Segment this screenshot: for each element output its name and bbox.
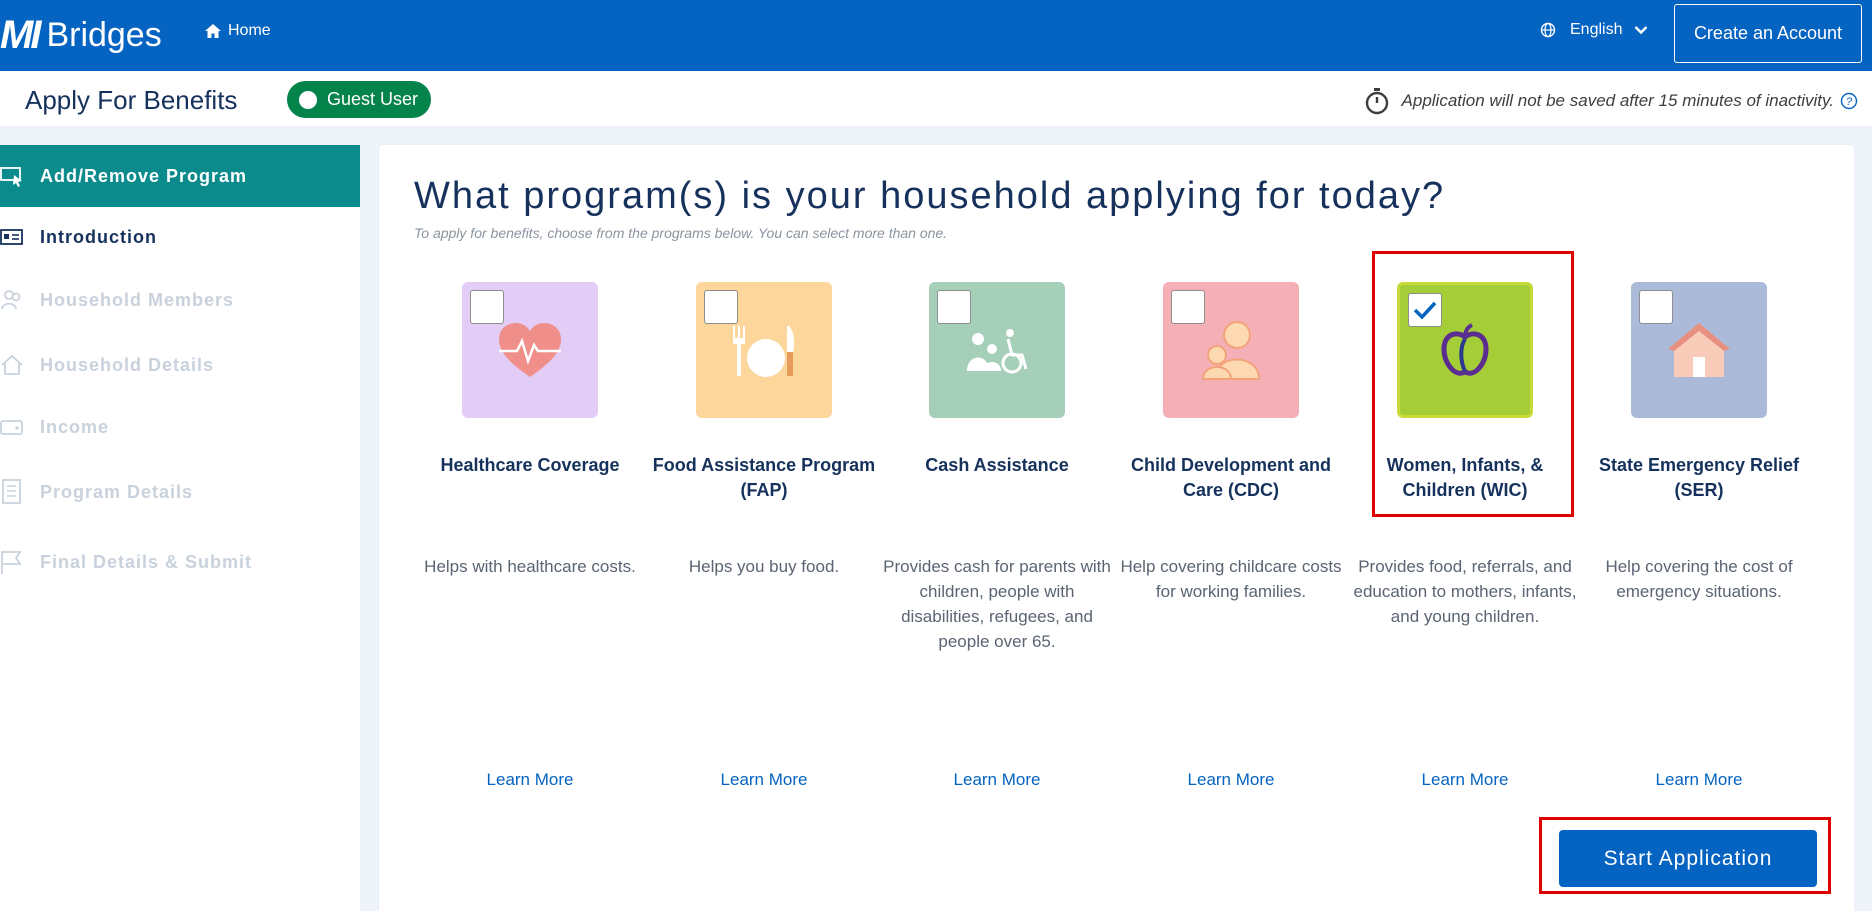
parent-child-icon bbox=[1201, 321, 1261, 380]
start-application-button[interactable]: Start Application bbox=[1559, 830, 1817, 887]
main-heading: What program(s) is your household applyi… bbox=[414, 175, 1446, 217]
learn-more-link[interactable]: Learn More bbox=[880, 770, 1114, 790]
program-state-emergency-relief: State Emergency Relief (SER) Help coveri… bbox=[1582, 282, 1816, 789]
mi-bridges-logo[interactable]: MI Bridges bbox=[0, 12, 162, 57]
wic-selection-highlight bbox=[1372, 251, 1574, 517]
create-account-button[interactable]: Create an Account bbox=[1674, 4, 1862, 63]
heart-pulse-icon bbox=[499, 323, 561, 377]
home-label: Home bbox=[228, 22, 271, 39]
sidebar-item-label: Household Members bbox=[40, 289, 235, 310]
logo-bridges-text: Bridges bbox=[46, 15, 162, 54]
sidebar-item-program-details: Program Details bbox=[0, 457, 360, 527]
application-steps-sidebar: Add/Remove Program Introduction Househol… bbox=[0, 145, 360, 911]
cursor-screen-icon bbox=[0, 164, 24, 188]
guest-user-badge: Guest User bbox=[287, 81, 431, 118]
program-child-development-care: Child Development and Care (CDC) Help co… bbox=[1114, 282, 1348, 789]
program-name: Healthcare Coverage bbox=[440, 455, 620, 475]
status-dot-icon bbox=[299, 90, 317, 109]
learn-more-link[interactable]: Learn More bbox=[647, 770, 881, 790]
program-healthcare-coverage: Healthcare Coverage Helps with healthcar… bbox=[413, 282, 647, 789]
main-subheading: To apply for benefits, choose from the p… bbox=[414, 225, 948, 241]
sidebar-item-label: Introduction bbox=[40, 226, 157, 247]
program-checkbox[interactable] bbox=[1639, 290, 1673, 324]
program-checkbox[interactable] bbox=[937, 290, 971, 324]
program-name: State Emergency Relief (SER) bbox=[1598, 455, 1800, 500]
house-icon bbox=[0, 353, 24, 377]
program-description: Help covering childcare costs for workin… bbox=[1120, 557, 1342, 601]
sidebar-item-label: Final Details & Submit bbox=[40, 551, 253, 572]
sidebar-item-label: Program Details bbox=[40, 481, 194, 502]
help-icon[interactable]: ? bbox=[1840, 92, 1858, 110]
sidebar-item-label: Income bbox=[40, 416, 110, 437]
sub-header: Apply For Benefits Guest User Applicatio… bbox=[0, 71, 1872, 126]
page-title: Apply For Benefits bbox=[25, 85, 238, 115]
sidebar-item-label: Household Details bbox=[40, 354, 215, 375]
program-cash-assistance: Cash Assistance Provides cash for parent… bbox=[880, 282, 1114, 789]
program-tile[interactable] bbox=[696, 282, 832, 418]
logo-mi-text: MI bbox=[0, 12, 41, 57]
home-link[interactable]: Home bbox=[204, 22, 271, 40]
program-description: Provides food, referrals, and education … bbox=[1353, 557, 1577, 626]
guest-label: Guest User bbox=[327, 89, 419, 109]
sidebar-item-label: Add/Remove Program bbox=[40, 165, 248, 186]
sidebar-item-income: Income bbox=[0, 397, 360, 457]
program-name: Child Development and Care (CDC) bbox=[1130, 455, 1332, 500]
learn-more-link[interactable]: Learn More bbox=[1348, 770, 1582, 790]
stopwatch-icon bbox=[1365, 88, 1388, 115]
program-tile[interactable] bbox=[1631, 282, 1767, 418]
learn-more-link[interactable]: Learn More bbox=[1582, 770, 1816, 790]
program-description: Provides cash for parents with children,… bbox=[883, 557, 1111, 651]
program-description: Help covering the cost of emergency situ… bbox=[1605, 557, 1793, 601]
top-navigation-bar: MI Bridges Home English Create an Accoun… bbox=[0, 0, 1872, 71]
plate-utensils-icon bbox=[733, 326, 795, 377]
id-card-icon bbox=[0, 225, 24, 249]
chevron-down-icon bbox=[1635, 26, 1648, 35]
program-selection-card: What program(s) is your household applyi… bbox=[379, 145, 1854, 911]
program-name: Food Assistance Program (FAP) bbox=[652, 455, 876, 500]
language-label: English bbox=[1570, 21, 1623, 38]
sidebar-item-add-remove-program[interactable]: Add/Remove Program bbox=[0, 145, 360, 207]
program-tile[interactable] bbox=[929, 282, 1065, 418]
program-food-assistance: Food Assistance Program (FAP) Helps you … bbox=[647, 282, 881, 789]
people-icon bbox=[0, 288, 24, 312]
sidebar-item-household-members: Household Members bbox=[0, 267, 360, 333]
sidebar-item-introduction[interactable]: Introduction bbox=[0, 207, 360, 267]
family-wheelchair-icon bbox=[967, 329, 1028, 374]
program-checkbox[interactable] bbox=[704, 290, 738, 324]
house-icon bbox=[1668, 323, 1730, 377]
program-description: Helps you buy food. bbox=[688, 557, 840, 576]
program-tile[interactable] bbox=[462, 282, 598, 418]
program-description: Helps with healthcare costs. bbox=[424, 557, 636, 576]
flag-icon bbox=[0, 550, 24, 574]
home-icon bbox=[205, 24, 221, 38]
inactivity-text: Application will not be saved after 15 m… bbox=[1401, 91, 1834, 110]
inactivity-notice: Application will not be saved after 15 m… bbox=[1364, 87, 1858, 115]
sidebar-item-household-details: Household Details bbox=[0, 333, 360, 397]
learn-more-link[interactable]: Learn More bbox=[1114, 770, 1348, 790]
learn-more-link[interactable]: Learn More bbox=[413, 770, 647, 790]
program-name: Cash Assistance bbox=[925, 455, 1069, 475]
wallet-icon bbox=[0, 415, 24, 439]
program-checkbox[interactable] bbox=[470, 290, 504, 324]
sidebar-item-final-details-submit: Final Details & Submit bbox=[0, 527, 360, 597]
program-checkbox[interactable] bbox=[1171, 290, 1205, 324]
language-selector[interactable]: English bbox=[1540, 21, 1648, 39]
document-icon bbox=[0, 479, 24, 504]
svg-text:?: ? bbox=[1846, 96, 1853, 108]
globe-icon bbox=[1540, 22, 1556, 38]
program-tile[interactable] bbox=[1163, 282, 1299, 418]
